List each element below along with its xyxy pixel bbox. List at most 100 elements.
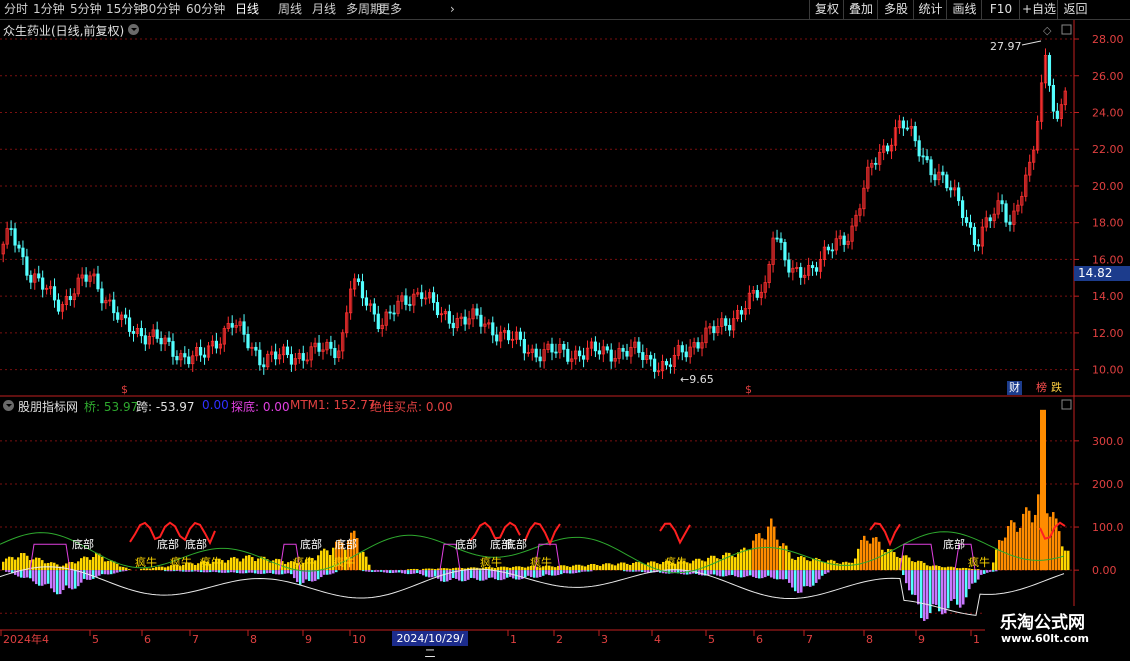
candle-body — [289, 354, 294, 365]
badge-0[interactable]: 财 — [1007, 381, 1022, 395]
x-axis-label: 9 — [305, 633, 312, 646]
badge-2[interactable]: 跌 — [1049, 381, 1064, 395]
indicator-bar-positive — [803, 557, 806, 571]
indicator-bar-negative — [215, 570, 218, 573]
indicator-bar-positive — [824, 562, 827, 571]
signal-label: 疯牛 — [333, 555, 355, 569]
candle-body — [29, 274, 33, 283]
indicator-bar-negative — [467, 570, 470, 580]
indicator-bar-negative — [494, 570, 497, 580]
indicator-bar-positive — [926, 565, 929, 571]
indicator-bar-negative — [914, 570, 917, 596]
indicator-bar-negative — [779, 570, 782, 580]
indicator-bar-negative — [479, 570, 482, 581]
indicator-bar-positive — [317, 555, 320, 571]
indicator-bar-negative — [182, 570, 185, 572]
indicator-bar-negative — [371, 570, 374, 572]
candle-body — [1047, 55, 1052, 86]
indicator-bar-negative — [8, 570, 11, 573]
indicator-bar-positive — [782, 543, 785, 571]
indicator-bar-negative — [917, 570, 920, 605]
indicator-bar-positive — [761, 538, 764, 571]
indicator-bar-positive — [749, 550, 752, 571]
indicator-bar-positive — [20, 553, 23, 571]
candle-body — [258, 349, 262, 366]
indicator-bar-positive — [1058, 531, 1061, 571]
indicator-bar-positive — [35, 557, 38, 571]
indicator-bar-negative — [818, 570, 821, 580]
indicator-bar-negative — [407, 570, 410, 575]
indicator-bar-negative — [824, 570, 827, 574]
indicator-bar-positive — [947, 566, 950, 571]
candle-body — [491, 322, 495, 336]
indicator-bar-negative — [980, 570, 983, 575]
indicator-bar-negative — [65, 570, 68, 586]
badge-1[interactable]: 榜 — [1034, 381, 1049, 395]
indicator-bar-negative — [206, 570, 209, 573]
indicator-bar-positive — [8, 556, 11, 571]
indicator-bar-positive — [878, 541, 881, 571]
indicator-bar-negative — [536, 570, 539, 578]
indicator-bar-negative — [458, 570, 461, 581]
indicator-bar-negative — [218, 570, 221, 573]
indicator-bar-negative — [26, 570, 29, 578]
dividend-marker: $ — [745, 383, 752, 396]
indicator-bar-positive — [236, 558, 239, 571]
indicator-bar-negative — [701, 570, 704, 576]
price-tick-label: 16.00 — [1092, 253, 1124, 266]
indicator-bar-negative — [107, 570, 110, 575]
indicator-bar-positive — [842, 562, 845, 571]
indicator-bar-negative — [212, 570, 215, 572]
indicator-bar-positive — [863, 535, 866, 571]
indicator-bar-negative — [776, 570, 779, 580]
chevron-down-icon[interactable] — [3, 400, 14, 411]
indicator-bar-negative — [35, 570, 38, 585]
indicator-bar-positive — [1052, 512, 1055, 571]
indicator-bar-positive — [962, 567, 965, 571]
indicator-bar-negative — [377, 570, 380, 572]
indicator-bar-positive — [569, 566, 572, 571]
indicator-bar-positive — [89, 559, 92, 571]
indicator-bar-negative — [179, 570, 182, 572]
candle-body — [905, 127, 909, 130]
candle-body — [372, 303, 376, 315]
indicator-bar-negative — [989, 570, 992, 572]
indicator-bar-positive — [503, 566, 506, 571]
indicator-bar-negative — [248, 570, 251, 573]
candle-body — [388, 311, 392, 314]
candle-body — [641, 352, 645, 360]
indicator-bar-negative — [167, 570, 170, 572]
indicator-bar-negative — [950, 570, 953, 601]
indicator-bar-negative — [281, 570, 284, 575]
indicator-bar-negative — [236, 570, 239, 573]
candle-body — [495, 334, 499, 342]
indicator-bar-positive — [359, 552, 362, 571]
candle-body — [116, 312, 120, 320]
indicator-bar-positive — [1064, 550, 1067, 571]
indicator-bar-negative — [368, 570, 371, 572]
candle-body — [609, 349, 613, 362]
candle-body — [56, 299, 61, 312]
panel-toggle-icon — [1061, 24, 1072, 35]
indicator-bar-negative — [926, 570, 929, 620]
indicator-bar-negative — [164, 570, 167, 572]
indicator-bar-negative — [323, 570, 326, 575]
candle-body — [202, 354, 207, 358]
indicator-bar-positive — [11, 557, 14, 571]
indicator-bar-negative — [53, 570, 56, 593]
price-tick-label: 24.00 — [1092, 106, 1124, 119]
candle-body — [9, 228, 13, 230]
indicator-bar-positive — [737, 552, 740, 571]
indicator-bar-negative — [104, 570, 107, 575]
candle-body — [799, 267, 803, 278]
indicator-bar-positive — [629, 564, 632, 571]
indicator-bar-positive — [164, 567, 167, 571]
signal-label: 底部 — [157, 537, 179, 551]
indicator-spike — [1040, 409, 1046, 571]
x-axis-label: 9 — [918, 633, 925, 646]
indicator-bar-positive — [617, 563, 620, 571]
candle-body — [605, 346, 609, 351]
indicator-bar-negative — [380, 570, 383, 572]
candle-body — [712, 326, 716, 334]
indicator-bar-negative — [773, 570, 776, 579]
